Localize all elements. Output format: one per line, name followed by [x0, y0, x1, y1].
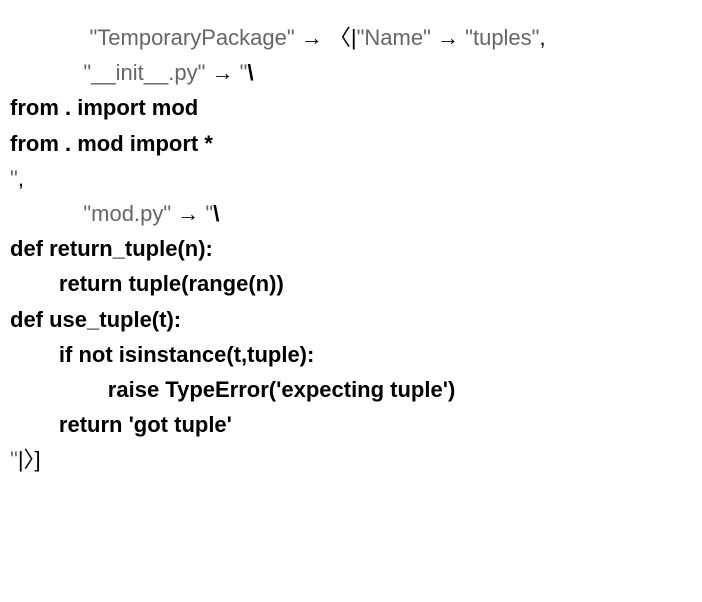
init-key: "__init__.py" — [83, 60, 205, 85]
code-line-1: "TemporaryPackage" → 〈|"Name" → "tuples"… — [0, 20, 702, 55]
code-line-2: "__init__.py" → "\ — [0, 55, 702, 90]
arrow-4: → — [177, 201, 199, 226]
mod-key: "mod.py" — [83, 201, 171, 226]
arrow-2: → — [437, 25, 459, 50]
code-line-13: "|〉] — [0, 442, 702, 477]
code-line-6: "mod.py" → "\ — [0, 196, 702, 231]
python-line-5: def use_tuple(t): — [0, 302, 702, 337]
str-close-1: " — [10, 166, 18, 191]
backslash-1: \ — [247, 60, 253, 85]
arrow: → — [301, 25, 323, 50]
assoc-open: 〈| — [329, 25, 357, 50]
temp-pkg-key: "TemporaryPackage" — [89, 25, 294, 50]
python-line-4: return tuple(range(n)) — [0, 266, 702, 301]
python-line-2: from . mod import * — [0, 126, 702, 161]
python-line-8: return 'got tuple' — [0, 407, 702, 442]
comma-1: , — [539, 25, 545, 50]
name-key: "Name" — [357, 25, 431, 50]
comma-2: , — [18, 166, 24, 191]
assoc-close: |〉] — [18, 447, 41, 472]
code-line-5: ", — [0, 161, 702, 196]
python-line-7: raise TypeError('expecting tuple') — [0, 372, 702, 407]
name-val: "tuples" — [465, 25, 539, 50]
python-line-3: def return_tuple(n): — [0, 231, 702, 266]
python-line-1: from . import mod — [0, 90, 702, 125]
str-close-2: " — [10, 447, 18, 472]
backslash-2: \ — [213, 201, 219, 226]
python-line-6: if not isinstance(t,tuple): — [0, 337, 702, 372]
arrow-3: → — [212, 60, 234, 85]
